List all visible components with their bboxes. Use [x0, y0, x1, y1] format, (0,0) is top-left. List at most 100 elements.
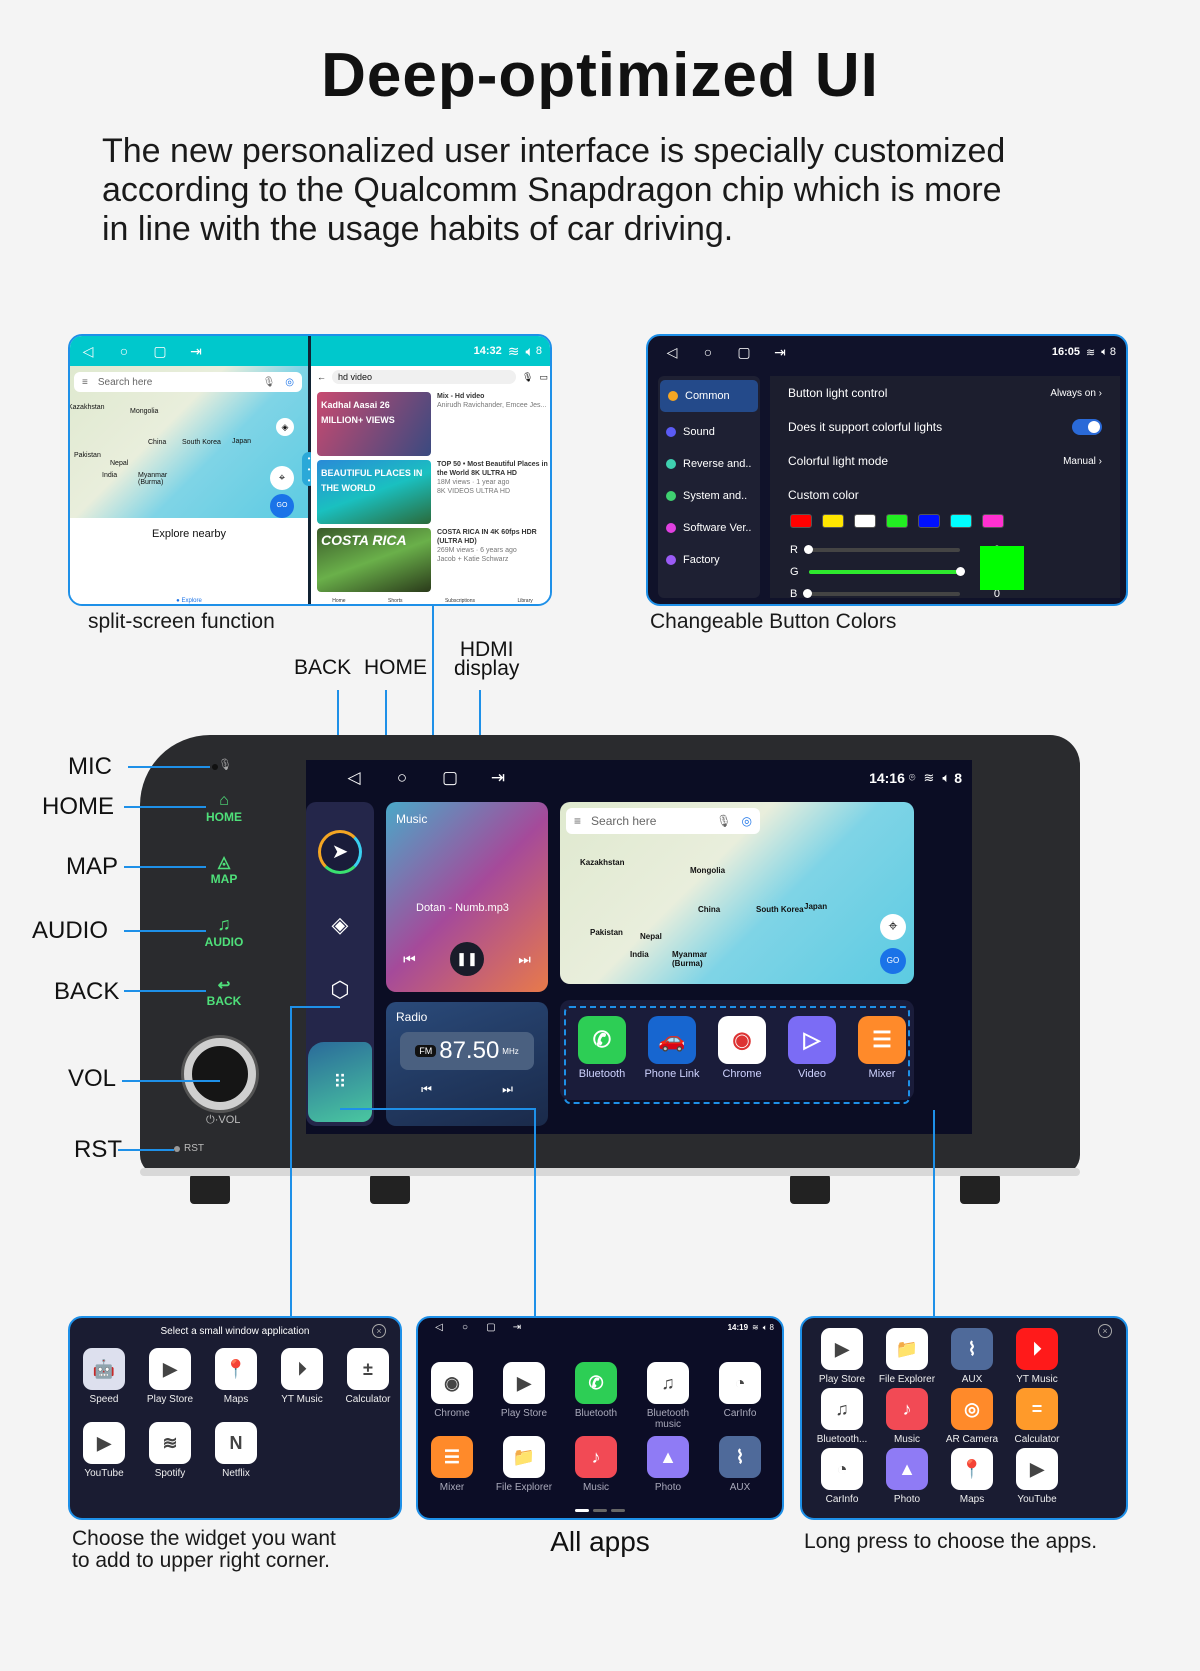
page-dot[interactable]: [611, 1509, 625, 1512]
video-thumbnail[interactable]: COSTA RICA: [317, 528, 431, 592]
back-icon[interactable]: ◁: [654, 344, 690, 361]
slider-thumb[interactable]: [803, 545, 813, 554]
color-swatch[interactable]: [918, 514, 940, 528]
home-icon[interactable]: ○: [690, 344, 726, 360]
settings-app-icon[interactable]: ◈: [326, 912, 354, 940]
account-icon[interactable]: ◎: [742, 814, 752, 828]
youtube-search-input[interactable]: hd video: [332, 370, 517, 384]
app-tile[interactable]: ▲ Photo: [877, 1448, 937, 1505]
color-swatch[interactable]: [950, 514, 972, 528]
color-swatch[interactable]: [886, 514, 908, 528]
back-icon[interactable]: ◁: [330, 768, 378, 788]
video-item[interactable]: Kadhal Aasai 26 MILLION+ VIEWS Mix - Hd …: [317, 392, 548, 456]
app-tile[interactable]: ✆ Bluetooth: [566, 1362, 626, 1419]
menu-icon[interactable]: ≡: [574, 814, 581, 828]
recents-icon[interactable]: ▢: [426, 768, 474, 788]
color-swatch[interactable]: [790, 514, 812, 528]
close-icon[interactable]: ×: [372, 1324, 386, 1338]
dock-app[interactable]: ☰ Mixer: [852, 1016, 912, 1080]
video-item[interactable]: COSTA RICA COSTA RICA IN 4K 60fps HDR (U…: [317, 528, 548, 592]
home-icon[interactable]: ○: [378, 768, 426, 788]
hw-back-button[interactable]: ↩ BACK: [194, 976, 254, 1008]
settings-menu-item[interactable]: Factory: [658, 544, 760, 576]
rgb-slider[interactable]: [803, 589, 960, 598]
dock-app[interactable]: 🚗 Phone Link: [642, 1016, 702, 1080]
explore-sheet[interactable]: Explore nearby ● Explore: [70, 518, 308, 604]
reset-button[interactable]: [174, 1146, 180, 1152]
mic-icon[interactable]: 🎙︎: [263, 377, 276, 388]
pause-button[interactable]: ❚❚: [449, 942, 484, 976]
mic-icon[interactable]: 🎙︎: [716, 814, 731, 828]
app-tile[interactable]: ▶ YouTube: [1007, 1448, 1067, 1505]
locate-button[interactable]: ⌖: [880, 914, 906, 940]
tab-library[interactable]: Library: [517, 598, 532, 604]
all-apps-button[interactable]: ⠿: [308, 1042, 372, 1122]
video-item[interactable]: BEAUTIFUL PLACES IN THE WORLD TOP 50 • M…: [317, 460, 548, 524]
back-icon[interactable]: ◁: [70, 343, 106, 360]
settings-menu-item[interactable]: System and..: [658, 480, 760, 512]
rgb-slider[interactable]: [808, 567, 965, 576]
account-icon[interactable]: ◎: [285, 377, 294, 388]
app-tile[interactable]: ⏵ YT Music: [1007, 1328, 1067, 1385]
recents-icon[interactable]: ▢: [478, 1322, 504, 1333]
settings-menu-item[interactable]: Reverse and..: [658, 448, 760, 480]
recents-icon[interactable]: ▢: [726, 344, 762, 361]
page-dot[interactable]: [593, 1509, 607, 1512]
app-tile[interactable]: ▶ YouTube: [74, 1422, 134, 1479]
video-title[interactable]: Mix - Hd video: [437, 393, 484, 400]
navigation-app-icon[interactable]: ➤: [318, 830, 362, 874]
settings-menu-item[interactable]: Sound: [658, 416, 760, 448]
app-tile[interactable]: ☰ Mixer: [422, 1436, 482, 1493]
app-tile[interactable]: ▶ Play Store: [140, 1348, 200, 1405]
color-swatch[interactable]: [982, 514, 1004, 528]
hdmi-icon[interactable]: ⇥: [178, 343, 214, 360]
app-tile[interactable]: ± Calculator: [338, 1348, 398, 1405]
rgb-slider[interactable]: [803, 545, 960, 554]
back-arrow-icon[interactable]: ←: [317, 372, 326, 382]
tab-home[interactable]: Home: [332, 598, 345, 604]
menu-icon[interactable]: ≡: [82, 377, 88, 388]
explore-tab[interactable]: ● Explore: [70, 598, 308, 604]
app-tile[interactable]: ♫ Bluetooth music: [638, 1362, 698, 1430]
radio-next-button[interactable]: ⏭: [502, 1082, 513, 1097]
next-track-button[interactable]: ⏭: [518, 951, 531, 968]
dock-app[interactable]: ◉ Chrome: [712, 1016, 772, 1080]
app-tile[interactable]: ◎ AR Camera: [942, 1388, 1002, 1445]
setting-row-colorful-support[interactable]: Does it support colorful lights: [770, 410, 1120, 444]
go-button[interactable]: GO: [270, 494, 294, 518]
app-tile[interactable]: ▶ Play Store: [494, 1362, 554, 1419]
music-widget[interactable]: Music Dotan - Numb.mp3 ⏮ ❚❚ ⏭: [386, 802, 548, 992]
app-tile[interactable]: ⌇ AUX: [710, 1436, 770, 1493]
app-tile[interactable]: ≋ Spotify: [140, 1422, 200, 1479]
tab-subscriptions[interactable]: Subscriptions: [445, 598, 475, 604]
video-thumbnail[interactable]: Kadhal Aasai 26 MILLION+ VIEWS: [317, 392, 431, 456]
app-tile[interactable]: ◔ CarInfo: [710, 1362, 770, 1419]
hdmi-icon[interactable]: ⇥: [504, 1322, 530, 1333]
app-tile[interactable]: ▲ Photo: [638, 1436, 698, 1493]
settings-menu-item[interactable]: Software Ver..: [658, 512, 760, 544]
cast-icon[interactable]: ▭: [539, 372, 548, 383]
settings-menu-item[interactable]: Common: [660, 380, 758, 412]
map-search-input[interactable]: ≡ Search here 🎙︎ ◎: [74, 372, 302, 392]
slider-thumb[interactable]: [956, 567, 965, 576]
tab-shorts[interactable]: Shorts: [388, 598, 402, 604]
app-tile[interactable]: ♪ Music: [877, 1388, 937, 1445]
home-icon[interactable]: ○: [106, 343, 142, 359]
layers-button[interactable]: ◈: [276, 418, 294, 436]
map-pane[interactable]: ≡ Search here 🎙︎ ◎ Mongolia Kazakhstan C…: [70, 366, 308, 518]
video-title[interactable]: TOP 50 • Most Beautiful Places in the Wo…: [437, 461, 548, 477]
dock-app[interactable]: ✆ Bluetooth: [572, 1016, 632, 1080]
home-icon[interactable]: ○: [452, 1322, 478, 1333]
volume-knob[interactable]: [184, 1038, 256, 1110]
setting-row-button-light[interactable]: Button light control Always on ›: [770, 376, 1120, 410]
app-tile[interactable]: 📍 Maps: [206, 1348, 266, 1405]
app-tile[interactable]: ♪ Music: [566, 1436, 626, 1493]
app-tile[interactable]: ◔ CarInfo: [812, 1448, 872, 1505]
app-tile[interactable]: N Netflix: [206, 1422, 266, 1479]
app-tile[interactable]: = Calculator: [1007, 1388, 1067, 1445]
close-icon[interactable]: ×: [1098, 1324, 1112, 1338]
hw-map-button[interactable]: ◬ MAP: [194, 852, 254, 886]
radio-prev-button[interactable]: ⏮: [421, 1082, 432, 1097]
video-thumbnail[interactable]: BEAUTIFUL PLACES IN THE WORLD: [317, 460, 431, 524]
setting-row-light-mode[interactable]: Colorful light mode Manual ›: [770, 444, 1120, 478]
